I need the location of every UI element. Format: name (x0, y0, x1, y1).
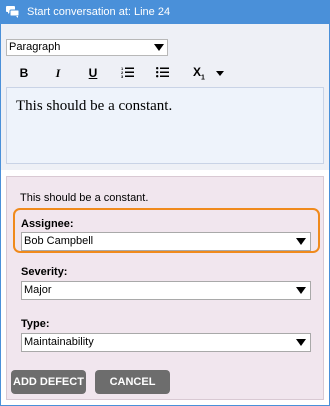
severity-label: Severity: (21, 266, 68, 278)
chevron-down-icon (296, 287, 306, 294)
type-select[interactable]: Maintainability (21, 333, 311, 352)
bullet-list-icon (155, 66, 169, 81)
severity-value: Major (24, 284, 52, 296)
editor-toolbar: B I U 1 2 3 X1 (1, 64, 241, 82)
assignee-value: Bob Campbell (24, 235, 94, 247)
chevron-down-icon (296, 339, 306, 346)
subscript-button[interactable]: X1 (191, 64, 207, 82)
subscript-number: 1 (201, 74, 205, 82)
type-label: Type: (21, 318, 50, 330)
comment-preview: This should be a constant. (20, 192, 149, 204)
cancel-button[interactable]: CANCEL (95, 370, 170, 394)
underline-button[interactable]: U (86, 64, 100, 82)
ordered-list-icon: 1 2 3 (121, 66, 134, 81)
defect-form: This should be a constant. Assignee: Bob… (6, 176, 324, 400)
assignee-label: Assignee: (21, 218, 74, 230)
subscript-icon: X1 (193, 65, 205, 81)
bold-icon: B (19, 66, 29, 80)
bold-button[interactable]: B (18, 64, 30, 82)
chat-bubbles-icon (6, 6, 20, 18)
start-conversation-dialog: Start conversation at: Line 24 Paragraph… (0, 0, 330, 406)
subscript-letter: X (193, 64, 202, 79)
editor-text-area[interactable]: This should be a constant. (6, 87, 324, 164)
assignee-select[interactable]: Bob Campbell (21, 232, 311, 251)
type-value: Maintainability (24, 336, 94, 348)
bullet-list-button[interactable] (155, 64, 169, 82)
editor-content: This should be a constant. (16, 98, 173, 114)
paragraph-format-value: Paragraph (9, 41, 61, 53)
rich-text-editor: Paragraph B I U 1 2 3 X1 This should be … (1, 24, 329, 170)
subscript-menu-toggle[interactable] (215, 64, 225, 82)
dialog-titlebar: Start conversation at: Line 24 (0, 0, 330, 24)
svg-text:3: 3 (121, 74, 124, 78)
chevron-down-icon (296, 238, 306, 245)
paragraph-format-select[interactable]: Paragraph (6, 39, 168, 56)
add-defect-button[interactable]: ADD DEFECT (11, 370, 86, 394)
severity-select[interactable]: Major (21, 281, 311, 300)
dialog-content: Paragraph B I U 1 2 3 X1 This should be … (1, 24, 329, 405)
chevron-down-icon (216, 70, 224, 76)
underline-icon: U (88, 66, 98, 80)
italic-icon: I (55, 65, 61, 80)
ordered-list-button[interactable]: 1 2 3 (120, 64, 134, 82)
dialog-title: Start conversation at: Line 24 (27, 6, 171, 18)
chevron-down-icon (154, 44, 164, 51)
italic-button[interactable]: I (52, 64, 64, 82)
